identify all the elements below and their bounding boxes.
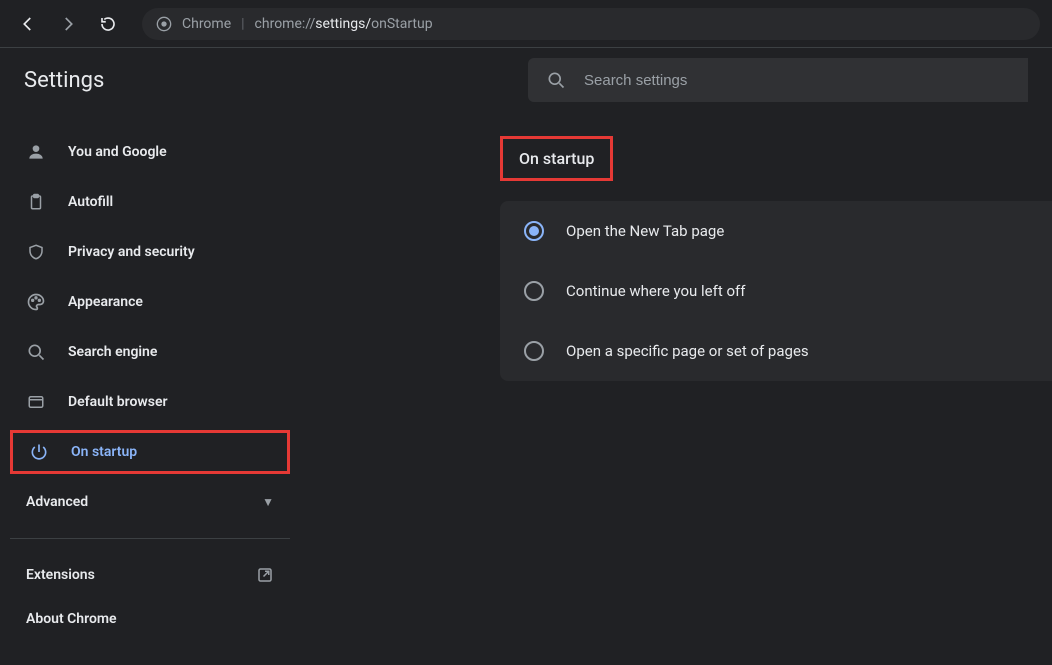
power-icon bbox=[29, 442, 49, 462]
section-title-highlight: On startup bbox=[500, 136, 613, 181]
option-label: Continue where you left off bbox=[566, 282, 745, 300]
person-icon bbox=[26, 142, 46, 162]
sidebar-item-label: Default browser bbox=[68, 394, 168, 410]
settings-main: On startup Open the New Tab page Continu… bbox=[300, 112, 1052, 665]
option-open-new-tab[interactable]: Open the New Tab page bbox=[500, 201, 1052, 261]
omnibox-app-label: Chrome bbox=[182, 16, 231, 32]
sidebar-item-label: Search engine bbox=[68, 344, 157, 360]
page-title: Settings bbox=[24, 68, 504, 93]
sidebar-item-default-browser[interactable]: Default browser bbox=[10, 380, 290, 424]
shield-icon bbox=[26, 242, 46, 262]
chevron-down-icon: ▼ bbox=[262, 495, 274, 509]
sidebar-item-label: Privacy and security bbox=[68, 244, 195, 260]
sidebar-item-search-engine[interactable]: Search engine bbox=[10, 330, 290, 374]
browser-toolbar: Chrome | chrome://settings/onStartup bbox=[0, 0, 1052, 48]
sidebar-item-autofill[interactable]: Autofill bbox=[10, 180, 290, 224]
option-label: Open the New Tab page bbox=[566, 222, 724, 240]
settings-header: Settings bbox=[0, 48, 1052, 112]
reload-button[interactable] bbox=[92, 8, 124, 40]
sidebar-item-on-startup[interactable]: On startup bbox=[10, 430, 290, 474]
option-continue-where-left-off[interactable]: Continue where you left off bbox=[500, 261, 1052, 321]
forward-button[interactable] bbox=[52, 8, 84, 40]
section-title: On startup bbox=[503, 139, 610, 178]
search-settings-input[interactable] bbox=[584, 72, 1010, 89]
sidebar-advanced-label: Advanced bbox=[26, 494, 88, 510]
external-link-icon bbox=[256, 566, 274, 584]
back-button[interactable] bbox=[12, 8, 44, 40]
option-label: Open a specific page or set of pages bbox=[566, 342, 809, 360]
radio-unselected-icon bbox=[524, 341, 544, 361]
radio-unselected-icon bbox=[524, 281, 544, 301]
sidebar-item-label: You and Google bbox=[68, 144, 167, 160]
omnibox-url: chrome://settings/onStartup bbox=[255, 16, 433, 32]
sidebar-advanced[interactable]: Advanced ▼ bbox=[10, 480, 290, 524]
option-open-specific-pages[interactable]: Open a specific page or set of pages bbox=[500, 321, 1052, 381]
sidebar-extensions-label: Extensions bbox=[26, 567, 95, 583]
sidebar-item-label: Autofill bbox=[68, 194, 113, 210]
search-icon bbox=[26, 342, 46, 362]
settings-sidebar: You and Google Autofill Privacy and secu… bbox=[0, 112, 300, 665]
address-bar[interactable]: Chrome | chrome://settings/onStartup bbox=[142, 8, 1040, 40]
sidebar-item-label: On startup bbox=[71, 444, 137, 460]
search-icon bbox=[546, 70, 566, 90]
sidebar-about-label: About Chrome bbox=[26, 611, 117, 627]
palette-icon bbox=[26, 292, 46, 312]
browser-icon bbox=[26, 392, 46, 412]
sidebar-item-about-chrome[interactable]: About Chrome bbox=[10, 597, 290, 641]
search-settings-box[interactable] bbox=[528, 58, 1028, 102]
on-startup-options: Open the New Tab page Continue where you… bbox=[500, 201, 1052, 381]
sidebar-item-extensions[interactable]: Extensions bbox=[10, 553, 290, 597]
chrome-icon bbox=[156, 16, 172, 32]
clipboard-icon bbox=[26, 192, 46, 212]
sidebar-item-label: Appearance bbox=[68, 294, 143, 310]
sidebar-item-appearance[interactable]: Appearance bbox=[10, 280, 290, 324]
sidebar-item-you-and-google[interactable]: You and Google bbox=[10, 130, 290, 174]
divider bbox=[10, 538, 290, 539]
omnibox-separator: | bbox=[241, 16, 244, 32]
sidebar-item-privacy[interactable]: Privacy and security bbox=[10, 230, 290, 274]
radio-selected-icon bbox=[524, 221, 544, 241]
